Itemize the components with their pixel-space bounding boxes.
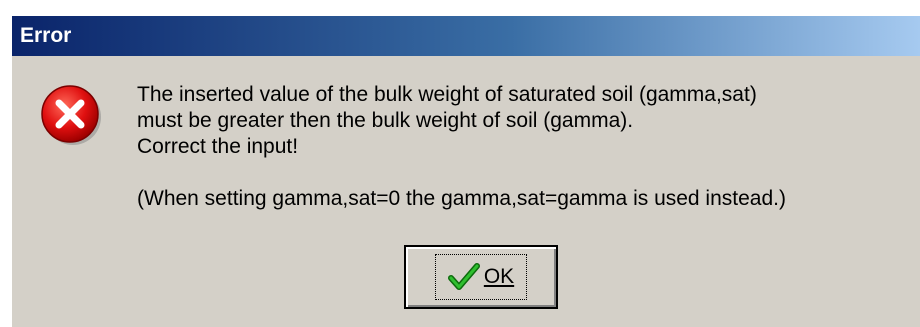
message-spacer: [137, 160, 907, 186]
ok-button-focus: OK: [434, 254, 528, 300]
message-line-2: must be greater then the bulk weight of …: [137, 109, 634, 132]
message-line-3: Correct the input!: [137, 135, 299, 158]
ok-button[interactable]: OK: [404, 245, 558, 309]
error-x-icon: [41, 85, 101, 145]
message-line-1: The inserted value of the bulk weight of…: [137, 83, 757, 106]
checkmark-icon: [447, 263, 480, 290]
title-bar[interactable]: Error: [12, 16, 920, 56]
message-note: (When setting gamma,sat=0 the gamma,sat=…: [137, 187, 786, 210]
error-dialog: Error The inserted value of the bulk wei…: [10, 14, 920, 327]
error-message: The inserted value of the bulk weight of…: [137, 82, 907, 212]
window-title: Error: [20, 24, 72, 47]
ok-button-label: OK: [483, 265, 515, 288]
